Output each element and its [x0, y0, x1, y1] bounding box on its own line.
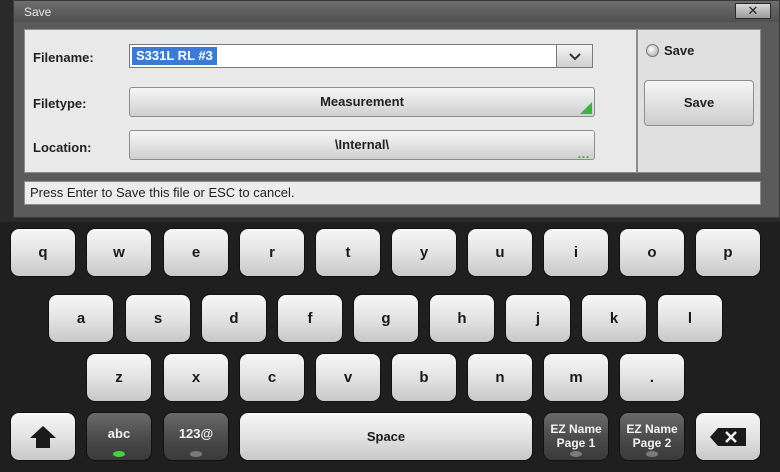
key-e[interactable]: e — [163, 228, 229, 277]
filename-label: Filename: — [33, 50, 94, 65]
dialog-title: Save — [24, 5, 52, 19]
key-u[interactable]: u — [467, 228, 533, 277]
save-dialog: Save ✕ Filename: S331L RL #3 Filetype: M… — [13, 0, 780, 218]
numeric-indicator-led — [190, 451, 202, 457]
key-q[interactable]: q — [10, 228, 76, 277]
key-b[interactable]: b — [391, 353, 457, 402]
chevron-down-icon — [568, 53, 581, 61]
location-label: Location: — [33, 140, 92, 155]
shift-key[interactable] — [10, 412, 76, 461]
key-t[interactable]: t — [315, 228, 381, 277]
status-bar: Press Enter to Save this file or ESC to … — [24, 181, 761, 205]
abc-key[interactable]: abc — [86, 412, 152, 461]
key-z[interactable]: z — [86, 353, 152, 402]
shift-arrow-stem — [36, 438, 50, 448]
key-p[interactable]: p — [695, 228, 761, 277]
key-a[interactable]: a — [48, 294, 114, 343]
filetype-button[interactable]: Measurement — [129, 87, 595, 117]
key-x[interactable]: x — [163, 353, 229, 402]
location-button[interactable]: \Internal\ … — [129, 130, 595, 160]
key-l[interactable]: l — [657, 294, 723, 343]
key-m[interactable]: m — [543, 353, 609, 402]
key-h[interactable]: h — [429, 294, 495, 343]
key-y[interactable]: y — [391, 228, 457, 277]
backspace-icon — [710, 428, 746, 446]
space-key[interactable]: Space — [239, 412, 533, 461]
key-s[interactable]: s — [125, 294, 191, 343]
filetype-label: Filetype: — [33, 96, 87, 111]
onscreen-keyboard: q w e r t y u i o p a s d f g h j k l z … — [0, 222, 780, 472]
ez-name-page1-key[interactable]: EZ Name Page 1 — [543, 412, 609, 461]
shift-arrow-icon — [30, 426, 56, 438]
ez-name-page1-line1: EZ Name — [550, 422, 602, 436]
ez-page2-indicator-led — [646, 451, 658, 457]
dropdown-corner-icon — [580, 102, 592, 114]
abc-key-label: abc — [107, 426, 131, 441]
location-value: \Internal\ — [334, 137, 390, 152]
key-k[interactable]: k — [581, 294, 647, 343]
key-r[interactable]: r — [239, 228, 305, 277]
close-button[interactable]: ✕ — [735, 3, 771, 19]
key-c[interactable]: c — [239, 353, 305, 402]
ez-name-page1-line2: Page 1 — [556, 436, 596, 450]
filename-value[interactable]: S331L RL #3 — [132, 47, 217, 65]
filename-field[interactable]: S331L RL #3 — [129, 44, 593, 68]
save-side-panel: Save Save — [637, 29, 761, 173]
key-f[interactable]: f — [277, 294, 343, 343]
save-radio-label: Save — [664, 43, 695, 58]
key-i[interactable]: i — [543, 228, 609, 277]
numeric-key[interactable]: 123@ — [163, 412, 229, 461]
save-radio[interactable] — [646, 44, 659, 57]
form-panel: Filename: S331L RL #3 Filetype: Measurem… — [24, 29, 637, 173]
numeric-key-label: 123@ — [178, 426, 214, 441]
more-options-icon: … — [577, 146, 590, 161]
key-v[interactable]: v — [315, 353, 381, 402]
dialog-titlebar: Save ✕ — [14, 1, 779, 22]
key-j[interactable]: j — [505, 294, 571, 343]
key-w[interactable]: w — [86, 228, 152, 277]
ez-page1-indicator-led — [570, 451, 582, 457]
abc-indicator-led — [113, 451, 125, 457]
filename-dropdown-button[interactable] — [556, 44, 593, 68]
key-n[interactable]: n — [467, 353, 533, 402]
key-period[interactable]: . — [619, 353, 685, 402]
filetype-value: Measurement — [320, 94, 404, 109]
ez-name-page2-line1: EZ Name — [626, 422, 678, 436]
save-button[interactable]: Save — [644, 80, 754, 126]
key-d[interactable]: d — [201, 294, 267, 343]
ez-name-page2-line2: Page 2 — [632, 436, 672, 450]
key-o[interactable]: o — [619, 228, 685, 277]
backspace-key[interactable] — [695, 412, 761, 461]
key-g[interactable]: g — [353, 294, 419, 343]
ez-name-page2-key[interactable]: EZ Name Page 2 — [619, 412, 685, 461]
